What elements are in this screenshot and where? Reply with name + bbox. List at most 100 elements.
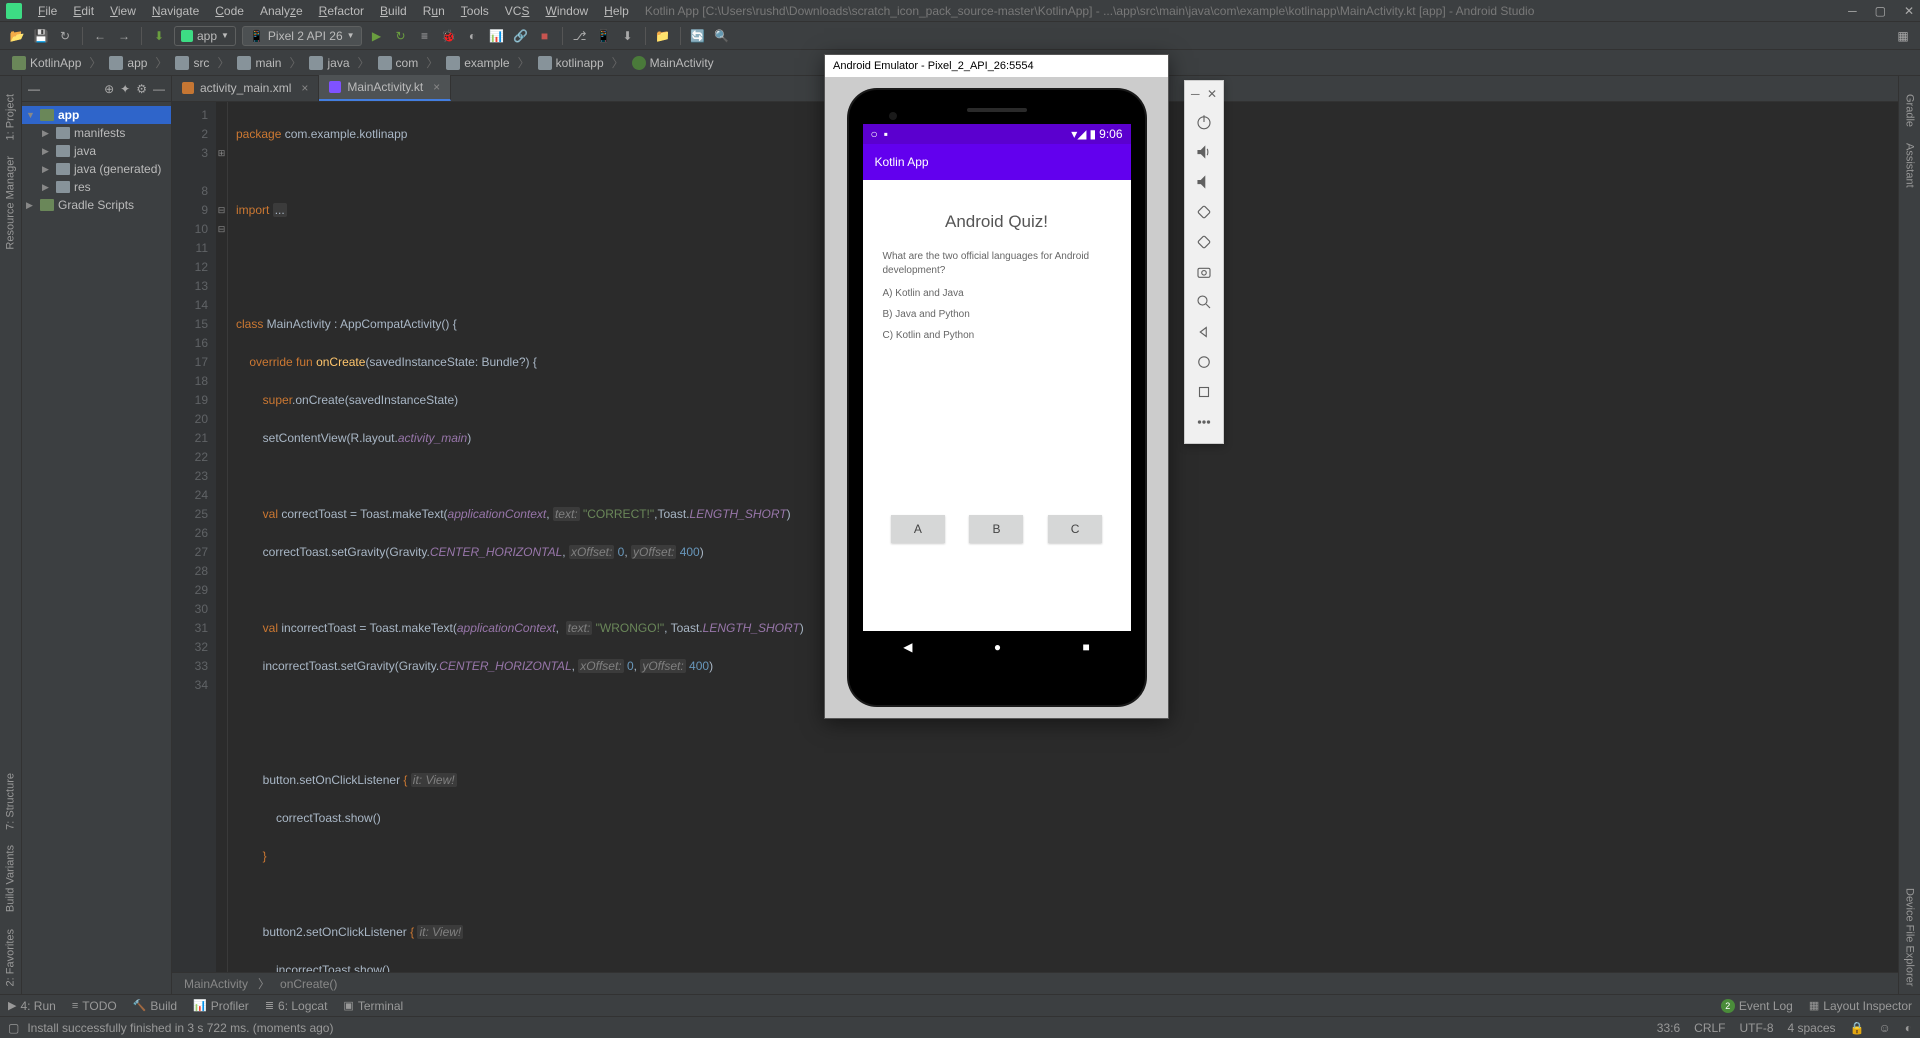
emu-home-icon[interactable] <box>1185 347 1223 377</box>
close-tab-icon[interactable]: × <box>301 81 308 95</box>
select-opened-icon[interactable]: ⊕ <box>104 82 114 96</box>
maximize-icon[interactable]: ▢ <box>1875 4 1886 18</box>
crumb-main[interactable]: main <box>233 54 285 72</box>
lock-icon[interactable]: 🔒 <box>1850 1021 1865 1035</box>
emu-rotate-right-icon[interactable] <box>1185 227 1223 257</box>
tree-node-java[interactable]: ▶java <box>22 142 171 160</box>
tw-run[interactable]: ▶ 4: Run <box>8 999 56 1013</box>
rail-build-variants[interactable]: Build Variants <box>0 837 21 920</box>
settings-icon[interactable]: ⚙ <box>136 82 147 96</box>
menu-window[interactable]: Window <box>537 2 596 20</box>
crumb-com[interactable]: com <box>374 54 423 72</box>
search-icon[interactable]: 🔍 <box>713 27 731 45</box>
close-icon[interactable]: ✕ <box>1904 4 1914 18</box>
crumb-app[interactable]: app <box>105 54 151 72</box>
coverage-icon[interactable]: ◐ <box>464 27 482 45</box>
menu-navigate[interactable]: Navigate <box>144 2 207 20</box>
hide-tree-icon[interactable]: — <box>153 82 165 96</box>
minimize-icon[interactable]: ─ <box>1848 4 1857 18</box>
debug-icon[interactable]: 🐞 <box>440 27 458 45</box>
tw-build[interactable]: 🔨 Build <box>133 999 177 1013</box>
nav-back-icon[interactable]: ◀ <box>903 640 912 654</box>
tab-activity-main[interactable]: activity_main.xml× <box>172 75 319 101</box>
menu-run[interactable]: Run <box>415 2 453 20</box>
tree-node-app[interactable]: ▼app <box>22 106 171 124</box>
menu-tools[interactable]: Tools <box>453 2 497 20</box>
tw-todo[interactable]: ≡ TODO <box>72 999 117 1013</box>
make-icon[interactable]: ⬇ <box>150 27 168 45</box>
menu-file[interactable]: File <box>30 2 65 20</box>
run-config-dropdown[interactable]: app▼ <box>174 26 236 46</box>
menu-analyze[interactable]: Analyze <box>252 2 311 20</box>
quick-access-icon[interactable]: ▦ <box>1894 27 1912 45</box>
emu-overview-icon[interactable] <box>1185 377 1223 407</box>
memory-icon[interactable]: ◐ <box>1905 1021 1912 1035</box>
status-line-sep[interactable]: CRLF <box>1694 1021 1725 1035</box>
rail-gradle[interactable]: Gradle <box>1899 86 1920 135</box>
tree-node-gradle-scripts[interactable]: ▶Gradle Scripts <box>22 196 171 214</box>
phone-screen[interactable]: ○ ▪ ▾◢ ▮ 9:06 Kotlin App Android Quiz! W… <box>863 124 1131 663</box>
close-tab-icon[interactable]: × <box>433 80 440 94</box>
tw-terminal[interactable]: ▣ Terminal <box>343 999 403 1013</box>
open-icon[interactable]: 📂 <box>8 27 26 45</box>
tab-mainactivity[interactable]: MainActivity.kt× <box>319 75 451 101</box>
quiz-button-c[interactable]: C <box>1048 515 1102 543</box>
tree-node-java-gen[interactable]: ▶java (generated) <box>22 160 171 178</box>
status-encoding[interactable]: UTF-8 <box>1740 1021 1774 1035</box>
menu-vcs[interactable]: VCS <box>497 2 538 20</box>
emu-more-icon[interactable] <box>1185 407 1223 437</box>
emu-rotate-left-icon[interactable] <box>1185 197 1223 227</box>
emu-minimize-icon[interactable]: ─ <box>1191 87 1200 101</box>
nav-home-icon[interactable]: ● <box>994 640 1001 654</box>
rail-favorites[interactable]: 2: Favorites <box>0 921 21 994</box>
tree-node-manifests[interactable]: ▶manifests <box>22 124 171 142</box>
crumb-project[interactable]: KotlinApp <box>8 54 85 72</box>
fold-column[interactable]: ⊞⊟⊟ <box>216 102 228 972</box>
sdk-icon[interactable]: ⬇ <box>619 27 637 45</box>
crumb-example[interactable]: example <box>442 54 513 72</box>
crumb-class[interactable]: MainActivity <box>184 977 248 991</box>
apply-code-icon[interactable]: ≡ <box>416 27 434 45</box>
hide-icon[interactable]: — <box>28 82 40 96</box>
emu-volume-down-icon[interactable] <box>1185 167 1223 197</box>
menu-help[interactable]: Help <box>596 2 637 20</box>
run-icon[interactable]: ▶ <box>368 27 386 45</box>
back-icon[interactable]: ← <box>91 27 109 45</box>
menu-code[interactable]: Code <box>207 2 252 20</box>
emu-power-icon[interactable] <box>1185 107 1223 137</box>
quiz-button-b[interactable]: B <box>969 515 1023 543</box>
forward-icon[interactable]: → <box>115 27 133 45</box>
crumb-method[interactable]: onCreate() <box>280 977 337 991</box>
rail-structure[interactable]: 7: Structure <box>0 765 21 838</box>
rail-resource-manager[interactable]: Resource Manager <box>0 148 21 258</box>
tree-node-res[interactable]: ▶res <box>22 178 171 196</box>
status-position[interactable]: 33:6 <box>1657 1021 1680 1035</box>
tw-profiler[interactable]: 📊 Profiler <box>193 999 249 1013</box>
menu-build[interactable]: Build <box>372 2 415 20</box>
emu-volume-up-icon[interactable] <box>1185 137 1223 167</box>
sync-icon[interactable]: ↻ <box>56 27 74 45</box>
vcs-icon[interactable]: ⎇ <box>571 27 589 45</box>
crumb-mainactivity[interactable]: MainActivity <box>628 54 718 72</box>
nav-recent-icon[interactable]: ■ <box>1083 640 1090 654</box>
rail-assistant[interactable]: Assistant <box>1899 135 1920 196</box>
tw-layout-inspector[interactable]: ▦ Layout Inspector <box>1809 999 1912 1013</box>
apply-changes-icon[interactable]: ↻ <box>392 27 410 45</box>
profile-icon[interactable]: 📊 <box>488 27 506 45</box>
menu-refactor[interactable]: Refactor <box>311 2 372 20</box>
emulator-window[interactable]: Android Emulator - Pixel_2_API_26:5554 ○… <box>824 54 1169 719</box>
stop-icon[interactable]: ■ <box>536 27 554 45</box>
save-icon[interactable]: 💾 <box>32 27 50 45</box>
status-indent[interactable]: 4 spaces <box>1788 1021 1836 1035</box>
emu-screenshot-icon[interactable] <box>1185 257 1223 287</box>
emu-back-icon[interactable] <box>1185 317 1223 347</box>
device-dropdown[interactable]: 📱 Pixel 2 API 26 ▼ <box>242 26 362 46</box>
menu-view[interactable]: View <box>102 2 144 20</box>
tw-logcat[interactable]: ≣ 6: Logcat <box>265 999 328 1013</box>
crumb-src[interactable]: src <box>171 54 213 72</box>
crumb-java[interactable]: java <box>305 54 353 72</box>
sync-gradle-icon[interactable]: 🔄 <box>689 27 707 45</box>
quiz-button-a[interactable]: A <box>891 515 945 543</box>
rail-project[interactable]: 1: Project <box>0 86 21 148</box>
inspector-icon[interactable]: ☺ <box>1878 1021 1890 1035</box>
